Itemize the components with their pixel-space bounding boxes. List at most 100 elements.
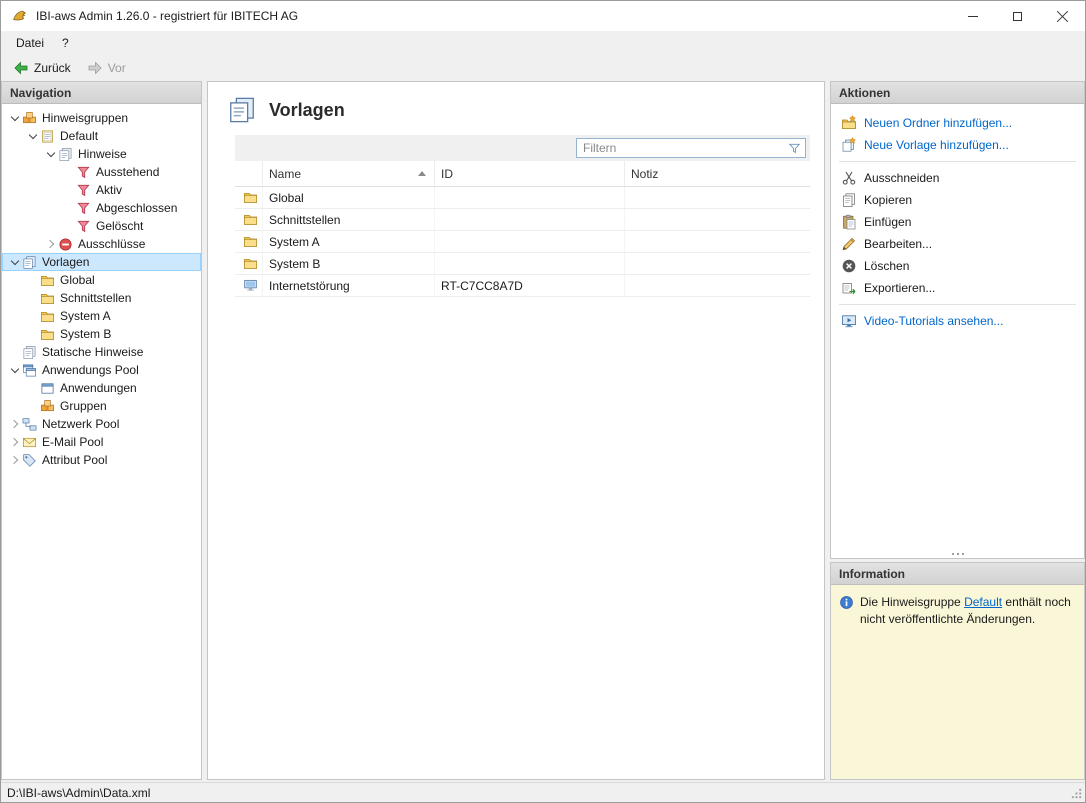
column-header-notiz[interactable]: Notiz	[625, 161, 810, 186]
tree-item-label: Hinweisgruppen	[42, 111, 128, 125]
chevron-right-icon[interactable]	[44, 237, 58, 251]
notebook-icon	[40, 129, 55, 144]
chevron-down-icon[interactable]	[8, 255, 22, 269]
close-button[interactable]	[1040, 1, 1085, 31]
app-logo-icon	[11, 8, 28, 25]
action-label: Kopieren	[864, 193, 912, 207]
chevron-down-icon[interactable]	[8, 111, 22, 125]
information-panel: Information Die Hinweisgruppe Default en…	[830, 562, 1085, 780]
add-folder-action[interactable]: Neuen Ordner hinzufügen...	[831, 112, 1084, 134]
chevron-right-icon[interactable]	[8, 417, 22, 431]
maximize-button[interactable]	[995, 1, 1040, 31]
column-header-label: ID	[441, 167, 453, 181]
tree-item-label: Ausstehend	[96, 165, 159, 179]
templates-icon	[227, 95, 257, 125]
add-template-action[interactable]: Neue Vorlage hinzufügen...	[831, 134, 1084, 156]
tree-item-system-a[interactable]: System A	[2, 307, 201, 325]
export-action[interactable]: Exportieren...	[831, 277, 1084, 299]
column-header-id[interactable]: ID	[435, 161, 625, 186]
forward-button[interactable]: Vor	[79, 58, 134, 78]
tree-item-statische-hinweise[interactable]: Statische Hinweise	[2, 343, 201, 361]
menu-item-help[interactable]: ?	[53, 33, 78, 53]
table-header: Name ID Notiz	[235, 161, 810, 187]
folder-icon	[40, 327, 55, 342]
app-window: IBI-aws Admin 1.26.0 - registriert für I…	[0, 0, 1086, 803]
forward-button-label: Vor	[108, 61, 126, 75]
tree-item-ausstehend[interactable]: Ausstehend	[2, 163, 201, 181]
navigation-tree: Hinweisgruppen Default Hinweise Ausstehe…	[2, 104, 201, 779]
table-row[interactable]: System A	[235, 231, 810, 253]
video-tutorials-action[interactable]: Video-Tutorials ansehen...	[831, 310, 1084, 332]
cell-notiz	[625, 253, 810, 274]
tree-item-label: Statische Hinweise	[42, 345, 143, 359]
tree-item-vorlagen[interactable]: Vorlagen	[2, 253, 201, 271]
network-icon	[22, 417, 37, 432]
minimize-button[interactable]	[950, 1, 995, 31]
cell-id	[435, 231, 625, 252]
filter-input[interactable]	[577, 139, 787, 157]
tree-item-label: Vorlagen	[42, 255, 89, 269]
tree-item-schnittstellen[interactable]: Schnittstellen	[2, 289, 201, 307]
menu-item-datei[interactable]: Datei	[7, 33, 53, 53]
panel-splitter-handle[interactable]	[952, 553, 964, 555]
table-row[interactable]: System B	[235, 253, 810, 275]
group-icon	[40, 399, 55, 414]
back-button[interactable]: Zurück	[5, 58, 79, 78]
tree-item-default[interactable]: Default	[2, 127, 201, 145]
tree-item-abgeschlossen[interactable]: Abgeschlossen	[2, 199, 201, 217]
tree-item-anwendungs-pool[interactable]: Anwendungs Pool	[2, 361, 201, 379]
cut-action[interactable]: Ausschneiden	[831, 167, 1084, 189]
group-icon	[22, 111, 37, 126]
tree-item-ausschluesse[interactable]: Ausschlüsse	[2, 235, 201, 253]
tree-item-system-b[interactable]: System B	[2, 325, 201, 343]
forbidden-icon	[58, 237, 73, 252]
copy-action[interactable]: Kopieren	[831, 189, 1084, 211]
tree-item-attribut-pool[interactable]: Attribut Pool	[2, 451, 201, 469]
data-file-path: D:\IBI-aws\Admin\Data.xml	[7, 786, 150, 800]
resize-grip-icon[interactable]	[1070, 787, 1083, 800]
chevron-right-icon[interactable]	[8, 435, 22, 449]
minimize-icon	[968, 16, 978, 17]
action-label: Neue Vorlage hinzufügen...	[864, 138, 1009, 152]
tree-item-label: Abgeschlossen	[96, 201, 177, 215]
chevron-down-icon[interactable]	[44, 147, 58, 161]
tree-item-global[interactable]: Global	[2, 271, 201, 289]
tree-item-hinweisgruppen[interactable]: Hinweisgruppen	[2, 109, 201, 127]
forward-arrow-icon	[87, 60, 103, 76]
chevron-spacer	[62, 183, 76, 197]
tree-item-aktiv[interactable]: Aktiv	[2, 181, 201, 199]
chevron-down-icon[interactable]	[26, 129, 40, 143]
new-template-icon	[841, 137, 857, 153]
tree-item-email-pool[interactable]: E-Mail Pool	[2, 433, 201, 451]
column-header-name[interactable]: Name	[263, 161, 435, 186]
tree-item-gruppen[interactable]: Gruppen	[2, 397, 201, 415]
info-icon	[839, 595, 854, 610]
chevron-down-icon[interactable]	[8, 363, 22, 377]
cell-notiz	[625, 231, 810, 252]
chevron-right-icon[interactable]	[8, 453, 22, 467]
cell-id	[435, 253, 625, 274]
default-group-link[interactable]: Default	[964, 595, 1002, 609]
toolbar: Zurück Vor	[1, 55, 1085, 81]
funnel-icon	[76, 201, 91, 216]
maximize-icon	[1013, 12, 1022, 21]
cell-id	[435, 209, 625, 230]
chevron-spacer	[8, 345, 22, 359]
filter-funnel-icon[interactable]	[787, 141, 802, 156]
pencil-icon	[841, 236, 857, 252]
tree-item-anwendungen[interactable]: Anwendungen	[2, 379, 201, 397]
delete-action[interactable]: Löschen	[831, 255, 1084, 277]
edit-action[interactable]: Bearbeiten...	[831, 233, 1084, 255]
table-row[interactable]: Global	[235, 187, 810, 209]
paste-action[interactable]: Einfügen	[831, 211, 1084, 233]
table-row[interactable]: Internetstörung RT-C7CC8A7D	[235, 275, 810, 297]
tree-item-netzwerk-pool[interactable]: Netzwerk Pool	[2, 415, 201, 433]
cell-id	[435, 187, 625, 208]
filter-box	[576, 138, 806, 158]
tree-item-label: E-Mail Pool	[42, 435, 103, 449]
table-row[interactable]: Schnittstellen	[235, 209, 810, 231]
tree-item-hinweise[interactable]: Hinweise	[2, 145, 201, 163]
tree-item-geloescht[interactable]: Gelöscht	[2, 217, 201, 235]
folder-icon	[243, 212, 258, 227]
right-column: Aktionen Neuen Ordner hinzufügen... Neue…	[830, 81, 1085, 780]
